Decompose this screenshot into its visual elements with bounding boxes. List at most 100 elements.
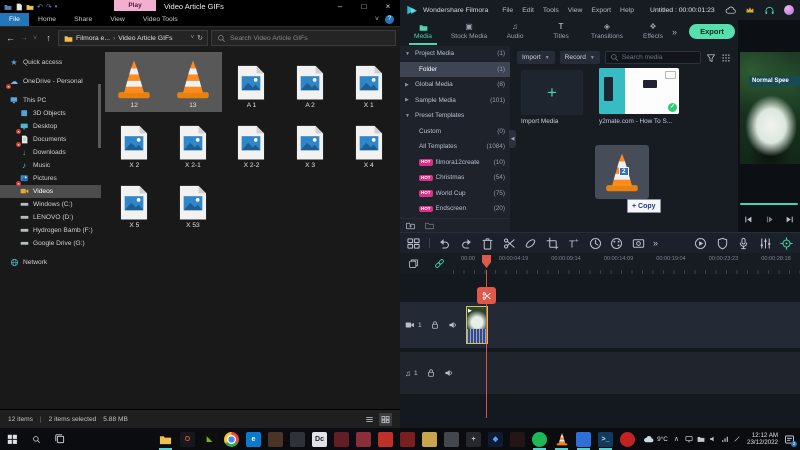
play-icon[interactable] [765,215,774,224]
import-media-tile[interactable]: + [521,70,583,115]
ribbon-tab-video-tools[interactable]: Video Tools [134,13,187,26]
speaker-icon[interactable] [448,320,458,330]
file-item-x-2-2[interactable]: X 2-2 [222,112,281,172]
link-tracks-icon[interactable] [434,258,445,269]
tab-audio[interactable]: ♫ Audio [492,22,538,40]
media-category-preset-templates[interactable]: ▼ Preset Templates [400,108,510,124]
page-icon[interactable] [15,3,23,11]
tab-media[interactable]: Media [400,23,446,45]
maximize-button[interactable]: □ [352,0,376,13]
split-icon[interactable] [503,237,516,250]
taskbar-app-vanguard-app[interactable]: ◆ [488,431,503,447]
taskbar-app-gray-app[interactable] [444,431,459,447]
filter-icon[interactable] [706,53,716,63]
grid-view-icon[interactable] [721,53,731,63]
sidebar-item-3d-objects[interactable]: 3D Objects [0,107,101,120]
sidebar-item-pictures[interactable]: × Pictures [0,172,101,186]
tray-pen-icon[interactable] [733,435,741,443]
sidebar-item-network[interactable]: Network [0,256,101,269]
taskbar-app-file-explorer[interactable] [158,432,173,450]
menu-file[interactable]: File [502,7,513,14]
add-text-icon[interactable]: T + [567,237,580,249]
media-category-sample-media[interactable]: ▶ Sample Media (101) [400,93,510,109]
taskbar-app-edge-blue-app[interactable]: e [246,431,261,447]
new-folder-icon[interactable] [406,221,415,230]
next-frame-icon[interactable] [785,215,794,224]
sidebar-item-this-pc[interactable]: This PC [0,94,101,107]
lock-icon[interactable] [430,320,440,330]
ribbon-contextual-play-tab[interactable]: Play [114,0,156,11]
task-view-icon[interactable] [48,428,72,450]
media-category-all-templates[interactable]: All Templates (1084) [400,139,510,155]
file-item-a-2[interactable]: A 2 [281,52,340,112]
taskbar-app-blue-app[interactable] [576,431,591,450]
up-icon[interactable]: ↑ [42,33,55,43]
timeline-ruler[interactable]: 00:00 00:00:04:19 00:00:09:14 00:00:14:09 00… [453,253,800,274]
taskbar-app-chrome-browser[interactable] [224,431,239,447]
taskbar-app-photos-app[interactable] [268,431,283,447]
file-item-x-2-1[interactable]: X 2-1 [164,112,223,172]
file-item-x-4[interactable]: X 4 [339,112,398,172]
menu-edit[interactable]: Edit [522,7,534,14]
menu-export[interactable]: Export [591,7,611,14]
sidebar-item-documents[interactable]: × Documents [0,133,101,147]
voiceover-icon[interactable] [737,237,750,250]
media-category-world-cup[interactable]: HOT World Cup (75) [400,186,510,202]
chevron-down-icon[interactable]: ▼ [405,113,412,119]
taskbar-app-red-app[interactable] [378,431,393,447]
media-category-christmas[interactable]: HOT Christmas (54) [400,170,510,186]
taskbar-app-adobe-app-1[interactable] [334,431,349,447]
tab-titles[interactable]: T Titles [538,22,584,40]
user-avatar[interactable] [784,5,794,15]
sidebar-item-windows-c-[interactable]: Windows (C:) [0,198,101,211]
sidebar-collapse-handle[interactable]: ◀ [509,130,516,148]
chevron-right-icon[interactable]: ▶ [405,82,412,88]
taskbar-app-game-app-2[interactable] [422,431,437,447]
mixer-icon[interactable] [759,237,772,250]
ribbon-tab-home[interactable]: Home [29,13,65,26]
menu-view[interactable]: View [568,7,583,14]
file-item-x-53[interactable]: X 53 [164,172,223,232]
history-dropdown-icon[interactable]: ˅ [31,35,39,42]
undo-icon[interactable]: ↶ [37,3,43,11]
sidebar-item-quick-access[interactable]: ★ Quick access [0,56,101,69]
taskbar-app-game-app-1[interactable] [400,431,415,447]
taskbar-app-crosshair-app[interactable]: + [466,431,481,447]
breadcrumb[interactable]: Filmora e... › Video Article GIFs ˅ ↻ [58,30,208,46]
keyframe-icon[interactable] [780,236,793,250]
taskbar-app-adobe-dc-app[interactable]: Dc [312,431,327,447]
copy-tracks-icon[interactable] [408,258,419,269]
chevron-right-icon[interactable]: ▶ [405,97,412,103]
ribbon-tab-view[interactable]: View [101,13,134,26]
taskbar-app-adobe-app-2[interactable] [356,431,371,447]
breadcrumb-root[interactable]: Filmora e... [76,35,110,42]
crop-icon[interactable] [546,237,559,250]
explorer-search-input[interactable]: Search Video Article GIFs [211,30,396,46]
sidebar-item-desktop[interactable]: × Desktop [0,120,101,134]
notification-center-icon[interactable]: 2 [784,434,797,447]
help-icon[interactable]: ? [385,15,394,24]
media-view-icon[interactable] [407,237,420,250]
thumbnail-view-icon[interactable] [379,412,392,426]
more-tools-icon[interactable]: » [653,238,658,248]
sidebar-item-onedrive-personal[interactable]: ☁ × OneDrive - Personal [0,75,101,89]
taskbar-app-spotify[interactable] [532,431,547,450]
color-icon[interactable] [610,237,623,250]
ribbon-collapse-icon[interactable]: ˅ [375,16,379,23]
sidebar-item-videos[interactable]: Videos [0,185,101,198]
undo-icon[interactable] [438,237,451,250]
media-category-project-media[interactable]: ▼ Project Media (1) [400,46,510,62]
weather-widget[interactable]: 9°C [643,434,668,445]
sidebar-item-downloads[interactable]: ↓ Downloads [0,146,101,159]
media-category-filmora12create[interactable]: HOT filmora12create (10) [400,155,510,171]
details-view-icon[interactable] [363,413,376,426]
tray-folder-icon[interactable] [697,435,705,443]
file-item-x-5[interactable]: X 5 [105,172,164,232]
taskbar-app-opera-browser[interactable]: O [180,431,195,447]
minimize-button[interactable]: – [328,0,352,13]
taskbar-app-powershell[interactable]: >_ [598,431,613,450]
media-category-custom[interactable]: Custom (0) [400,124,510,140]
quick-access-toolbar[interactable]: ↶ ↷ ▾ [0,0,57,13]
taskbar-app-security-app[interactable] [620,431,635,447]
dropdown-icon[interactable]: ▾ [55,4,58,10]
